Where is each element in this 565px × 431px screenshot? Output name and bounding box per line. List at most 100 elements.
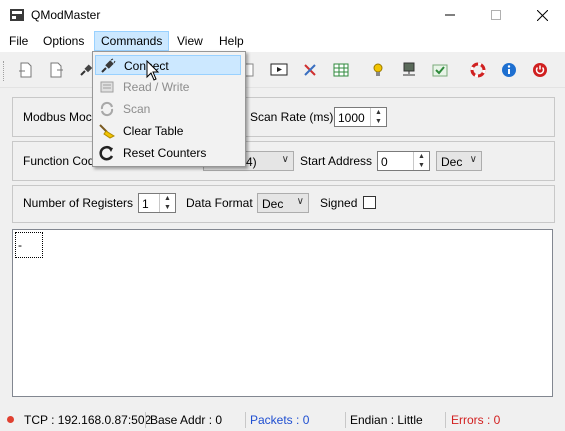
power-icon bbox=[533, 63, 547, 77]
table-cell-value: - bbox=[18, 238, 22, 252]
spin-up-icon[interactable]: ▲ bbox=[371, 108, 386, 117]
base-addr-status: Base Addr : 0 bbox=[150, 413, 223, 427]
data-format-value: Dec bbox=[262, 197, 284, 211]
commands-menu: Connect Read / Write Scan Clear Table Re… bbox=[92, 51, 246, 167]
scan-rate-value: 1000 bbox=[338, 111, 365, 125]
start-address-spinbox[interactable]: 0 ▲ ▼ bbox=[377, 151, 430, 171]
status-separator bbox=[245, 412, 246, 428]
function-code-value: 4) bbox=[246, 155, 257, 169]
save-session-icon bbox=[50, 62, 63, 78]
spin-down-icon[interactable]: ▼ bbox=[414, 161, 429, 170]
help-lifebuoy-button[interactable] bbox=[467, 59, 489, 81]
num-registers-label: Number of Registers bbox=[23, 196, 134, 210]
data-format-label: Data Format bbox=[186, 196, 253, 210]
toolbar-grip[interactable] bbox=[3, 61, 7, 81]
close-button[interactable] bbox=[519, 0, 565, 30]
menu-item-scan: Scan bbox=[95, 99, 241, 119]
maximize-icon bbox=[491, 10, 501, 20]
function-code-label: Function Cod bbox=[23, 154, 95, 168]
signed-label: Signed bbox=[320, 196, 358, 210]
connection-status: TCP : 192.168.0.87:502 bbox=[24, 413, 152, 427]
modbus-mode-label: Modbus Moc bbox=[23, 110, 92, 124]
menu-item-label: Scan bbox=[123, 102, 151, 116]
load-session-button[interactable] bbox=[15, 59, 37, 81]
scan-rate-label: Scan Rate (ms) bbox=[250, 110, 334, 124]
menu-help[interactable]: Help bbox=[213, 32, 250, 50]
spin-down-icon[interactable]: ▼ bbox=[160, 203, 175, 212]
menu-item-label: Read / Write bbox=[123, 80, 190, 94]
network-button[interactable] bbox=[398, 59, 420, 81]
close-icon bbox=[536, 9, 548, 21]
start-address-format-value: Dec bbox=[441, 155, 463, 169]
status-bar: TCP : 192.168.0.87:502 Base Addr : 0 Pac… bbox=[0, 409, 565, 431]
chevron-down-icon: ∨ bbox=[296, 196, 304, 207]
table-icon bbox=[333, 63, 349, 77]
start-address-label: Start Address bbox=[300, 154, 373, 168]
raw-data-button[interactable] bbox=[268, 59, 290, 81]
title-bar: QModMaster bbox=[0, 0, 565, 30]
status-separator bbox=[145, 412, 146, 428]
reset-icon bbox=[99, 145, 114, 161]
registers-group: Number of Registers 1 ▲ ▼ Data Format Dec… bbox=[12, 185, 555, 223]
lifebuoy-icon bbox=[470, 62, 486, 78]
info-icon bbox=[502, 63, 516, 77]
menu-item-reset-counters[interactable]: Reset Counters bbox=[95, 143, 241, 163]
menu-item-clear-table[interactable]: Clear Table bbox=[95, 121, 241, 141]
lamp-button[interactable] bbox=[367, 59, 389, 81]
num-registers-arrows[interactable]: ▲ ▼ bbox=[159, 194, 175, 212]
signed-checkbox[interactable] bbox=[363, 196, 376, 209]
num-registers-value: 1 bbox=[142, 197, 149, 211]
endian-status: Endian : Little bbox=[350, 413, 423, 427]
menu-file[interactable]: File bbox=[3, 32, 34, 50]
app-icon bbox=[10, 9, 24, 21]
check-button[interactable] bbox=[429, 59, 451, 81]
menu-options[interactable]: Options bbox=[37, 32, 90, 50]
start-address-value: 0 bbox=[381, 155, 388, 169]
network-icon bbox=[403, 62, 415, 76]
menu-item-connect[interactable]: Connect bbox=[95, 55, 241, 75]
window-title: QModMaster bbox=[31, 8, 101, 22]
menu-item-read-write: Read / Write bbox=[95, 77, 241, 97]
menu-commands[interactable]: Commands bbox=[94, 31, 170, 51]
chevron-down-icon: ∨ bbox=[281, 154, 289, 165]
errors-status: Errors : 0 bbox=[451, 413, 501, 427]
read-write-icon bbox=[100, 81, 114, 93]
spin-up-icon[interactable]: ▲ bbox=[414, 152, 429, 161]
tools-button[interactable] bbox=[299, 59, 321, 81]
connect-plug-icon bbox=[101, 58, 116, 73]
save-session-button[interactable] bbox=[45, 59, 67, 81]
maximize-button[interactable] bbox=[473, 0, 519, 30]
scan-rate-arrows[interactable]: ▲ ▼ bbox=[370, 108, 386, 126]
packets-status: Packets : 0 bbox=[250, 413, 310, 427]
exit-button[interactable] bbox=[529, 59, 551, 81]
checkmark-icon bbox=[432, 64, 448, 77]
about-button[interactable] bbox=[498, 59, 520, 81]
registers-table[interactable]: - bbox=[12, 229, 553, 397]
spin-down-icon[interactable]: ▼ bbox=[371, 117, 386, 126]
toolbar bbox=[0, 53, 565, 88]
menu-bar: File Options Commands View Help bbox=[0, 30, 565, 52]
minimize-icon bbox=[445, 14, 455, 16]
start-address-format-combo[interactable]: Dec ∨ bbox=[436, 151, 482, 171]
num-registers-spinbox[interactable]: 1 ▲ ▼ bbox=[138, 193, 176, 213]
connection-status-led bbox=[7, 416, 14, 423]
table-view-button[interactable] bbox=[330, 59, 352, 81]
status-separator bbox=[445, 412, 446, 428]
app-window: QModMaster File Options Commands View He… bbox=[0, 0, 565, 431]
status-separator bbox=[345, 412, 346, 428]
mouse-cursor-icon bbox=[146, 60, 160, 81]
menu-item-label: Clear Table bbox=[123, 124, 184, 138]
monitor-play-icon bbox=[270, 63, 288, 76]
spin-up-icon[interactable]: ▲ bbox=[160, 194, 175, 203]
broom-icon bbox=[99, 124, 115, 139]
minimize-button[interactable] bbox=[427, 0, 473, 30]
scan-rate-spinbox[interactable]: 1000 ▲ ▼ bbox=[334, 107, 387, 127]
menu-view[interactable]: View bbox=[171, 32, 209, 50]
menu-item-label: Reset Counters bbox=[123, 146, 207, 160]
start-address-arrows[interactable]: ▲ ▼ bbox=[413, 152, 429, 170]
chevron-down-icon: ∨ bbox=[469, 154, 477, 165]
data-format-combo[interactable]: Dec ∨ bbox=[257, 193, 309, 213]
lamp-icon bbox=[373, 63, 383, 76]
table-cell[interactable]: - bbox=[15, 232, 43, 258]
scan-icon bbox=[100, 101, 114, 117]
